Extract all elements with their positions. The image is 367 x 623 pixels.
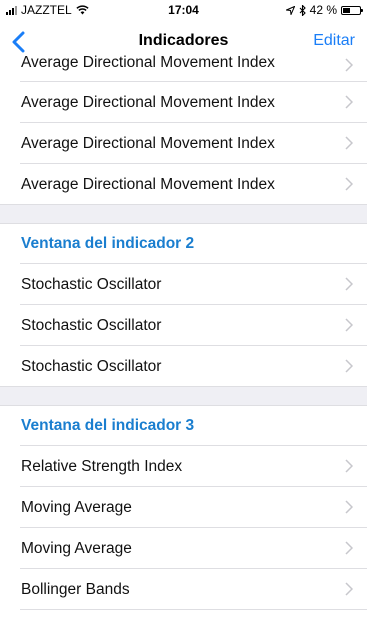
chevron-right-icon bbox=[345, 58, 353, 72]
section-header: Ventana del indicador 2 bbox=[0, 223, 367, 264]
list-item[interactable]: Stochastic Oscillator bbox=[0, 264, 367, 305]
list-item-label: Stochastic Oscillator bbox=[21, 316, 162, 334]
list-item[interactable]: Bollinger Bands bbox=[0, 569, 367, 610]
section-title: Ventana del indicador 2 bbox=[21, 235, 195, 252]
chevron-right-icon bbox=[345, 177, 353, 191]
chevron-right-icon bbox=[345, 541, 353, 555]
list-item[interactable]: Average Directional Movement Index bbox=[0, 54, 367, 82]
list-item-label: Stochastic Oscillator bbox=[21, 357, 162, 375]
list-item[interactable]: Moving Average bbox=[0, 528, 367, 569]
section-title: Ventana del indicador 3 bbox=[21, 417, 195, 434]
list-item[interactable]: Stochastic Oscillator bbox=[0, 305, 367, 346]
chevron-right-icon bbox=[345, 582, 353, 596]
list-item-label: Moving Average bbox=[21, 498, 132, 516]
section-separator bbox=[0, 387, 367, 405]
list-item-label: Average Directional Movement Index bbox=[21, 93, 275, 111]
chevron-right-icon bbox=[345, 277, 353, 291]
list-item-label: Bollinger Bands bbox=[21, 580, 130, 598]
list-item-label: Relative Strength Index bbox=[21, 457, 183, 475]
list-item-label: Stochastic Oscillator bbox=[21, 275, 162, 293]
list-item[interactable]: Average Directional Movement Index bbox=[0, 123, 367, 164]
battery-icon bbox=[341, 5, 363, 15]
location-icon bbox=[285, 5, 295, 15]
section-separator bbox=[0, 205, 367, 223]
chevron-right-icon bbox=[345, 459, 353, 473]
list-item[interactable]: Moving Average bbox=[0, 487, 367, 528]
list-item-label: Average Directional Movement Index bbox=[21, 54, 275, 71]
chevron-right-icon bbox=[345, 95, 353, 109]
status-indicators: 42 % bbox=[285, 3, 363, 17]
chevron-right-icon bbox=[345, 318, 353, 332]
indicator-list: Average Directional Movement Index Avera… bbox=[0, 54, 367, 610]
page-title: Indicadores bbox=[138, 32, 229, 49]
list-item[interactable]: Relative Strength Index bbox=[0, 446, 367, 487]
battery-percentage: 42 % bbox=[309, 3, 337, 17]
list-item-label: Moving Average bbox=[21, 539, 132, 557]
battery-fill bbox=[343, 7, 350, 13]
edit-button[interactable]: Editar bbox=[313, 32, 355, 50]
list-item-label: Average Directional Movement Index bbox=[21, 175, 275, 193]
list-item-label: Average Directional Movement Index bbox=[21, 134, 275, 152]
chevron-right-icon bbox=[345, 136, 353, 150]
chevron-right-icon bbox=[345, 500, 353, 514]
list-item[interactable]: Stochastic Oscillator bbox=[0, 346, 367, 387]
status-bar: JAZZTEL 17:04 42 % bbox=[0, 0, 367, 20]
section-header: Ventana del indicador 3 bbox=[0, 405, 367, 446]
bluetooth-icon bbox=[299, 4, 306, 16]
list-item[interactable]: Average Directional Movement Index bbox=[0, 82, 367, 123]
list-item[interactable]: Average Directional Movement Index bbox=[0, 164, 367, 205]
chevron-right-icon bbox=[345, 359, 353, 373]
